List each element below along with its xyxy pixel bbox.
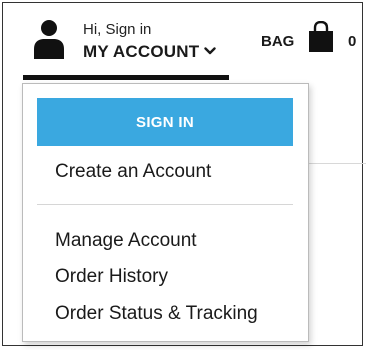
shopping-bag-icon [309, 21, 333, 52]
create-account-link[interactable]: Create an Account [55, 161, 211, 183]
shopping-bag-link[interactable]: BAG 0 [257, 21, 367, 61]
my-account-active-underline [23, 75, 229, 80]
greeting-text: Hi, Sign in [83, 21, 152, 38]
chevron-down-icon [204, 47, 216, 55]
my-account-label: MY ACCOUNT [83, 42, 200, 61]
my-account-menu-trigger[interactable]: Hi, Sign in MY ACCOUNT [23, 9, 233, 75]
my-account-label-wrap: MY ACCOUNT [83, 42, 216, 62]
bag-item-count: 0 [348, 33, 357, 50]
sign-in-button[interactable]: SIGN IN [37, 98, 293, 146]
menu-divider [37, 204, 293, 205]
order-history-link[interactable]: Order History [55, 266, 168, 288]
manage-account-link[interactable]: Manage Account [55, 230, 197, 252]
order-status-tracking-link[interactable]: Order Status & Tracking [55, 303, 258, 325]
person-icon [34, 20, 64, 59]
header-divider-line [309, 163, 366, 164]
bag-label: BAG [261, 33, 295, 50]
account-dropdown-menu: SIGN IN Create an Account Manage Account… [22, 83, 309, 342]
screenshot-frame: Hi, Sign in MY ACCOUNT BAG 0 SIGN IN Cre… [2, 2, 366, 346]
